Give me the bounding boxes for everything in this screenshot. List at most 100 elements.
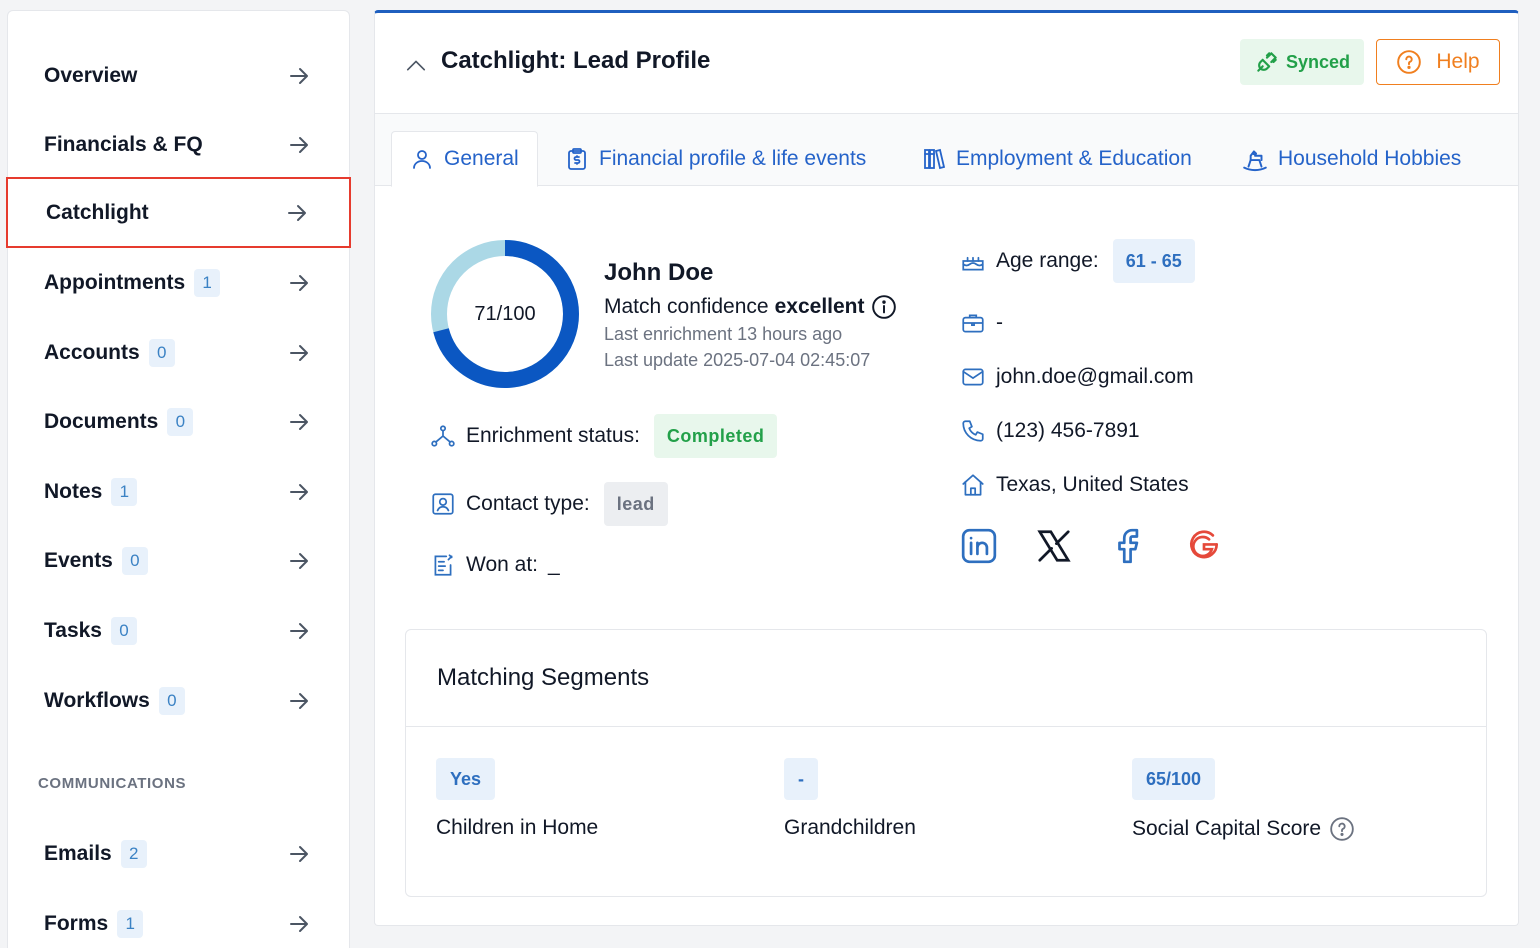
arrow-right-icon [290, 68, 308, 84]
sidebar-item-documents[interactable]: Documents 0 [8, 388, 349, 456]
sidebar-item-label: Accounts [44, 341, 140, 364]
match-confidence: Match confidence excellent [604, 294, 897, 320]
sidebar-item-accounts[interactable]: Accounts 0 [8, 319, 349, 387]
match-score-text: 71/100 [474, 303, 536, 325]
tab-label: Financial profile & life events [599, 147, 867, 170]
count-badge: 1 [111, 478, 138, 506]
info-icon[interactable] [871, 294, 897, 320]
contact-type-row: Contact type: lead [430, 482, 668, 526]
location-value: Texas, United States [996, 473, 1189, 496]
status-badge: Completed [653, 414, 778, 458]
clipboard-dollar-icon [568, 148, 586, 170]
count-badge: 0 [121, 547, 148, 575]
segment-grandchildren: - Grandchildren [784, 758, 916, 840]
arrow-right-icon [288, 204, 306, 221]
plug-icon [1257, 52, 1277, 72]
document-edit-icon [434, 554, 453, 576]
help-label: Help [1436, 50, 1480, 73]
google-icon[interactable] [1185, 527, 1223, 565]
sidebar-item-financials[interactable]: Financials & FQ [8, 111, 349, 179]
sidebar-item-tasks[interactable]: Tasks 0 [8, 597, 349, 665]
arrow-right-icon [290, 846, 308, 862]
sidebar-item-emails[interactable]: Emails 2 [8, 820, 349, 888]
section-label-communications: COMMUNICATIONS [38, 775, 187, 792]
home-icon [962, 474, 984, 496]
sidebar-item-label: Forms [44, 912, 109, 935]
contact-type-badge: lead [603, 482, 668, 526]
tab-financial-profile[interactable]: Financial profile & life events [547, 131, 884, 187]
tab-employment-education[interactable]: Employment & Education [904, 131, 1210, 187]
age-range-label: Age range: [996, 249, 1099, 272]
arrow-right-icon [290, 345, 308, 361]
email-value[interactable]: john.doe@gmail.com [996, 365, 1194, 389]
won-at-label: Won at: [466, 553, 538, 576]
user-icon [413, 150, 431, 169]
count-badge: 1 [117, 910, 144, 938]
phone-value[interactable]: (123) 456-7891 [996, 419, 1140, 443]
segments-title: Matching Segments [437, 664, 650, 691]
x-icon[interactable] [1035, 527, 1073, 565]
match-confidence-label: Match confidence [604, 295, 769, 318]
contact-name: John Doe [604, 259, 714, 286]
arrow-right-icon [290, 137, 308, 153]
chevron-up-icon[interactable] [405, 55, 427, 77]
arrow-right-icon [290, 623, 308, 639]
segment-value: - [784, 758, 818, 800]
segment-label: Social Capital Score [1132, 817, 1322, 840]
sidebar-item-catchlight[interactable]: Catchlight [6, 177, 351, 248]
tab-label: Household Hobbies [1278, 147, 1462, 170]
sidebar: Overview Financials & FQ Catchlight Appo… [6, 10, 351, 948]
segment-value: 65/100 [1132, 758, 1216, 800]
sidebar-item-overview[interactable]: Overview [8, 42, 349, 110]
arrow-right-icon [290, 553, 308, 569]
count-badge: 1 [194, 269, 221, 297]
briefcase-icon [962, 314, 984, 333]
sidebar-item-label: Workflows [44, 689, 150, 712]
age-range-badge: 61 - 65 [1112, 239, 1195, 283]
sidebar-item-label: Events [44, 549, 113, 572]
sidebar-item-workflows[interactable]: Workflows 0 [8, 667, 349, 735]
count-badge: 0 [148, 339, 175, 367]
won-at-row: Won at: _ [430, 552, 560, 578]
sidebar-item-forms[interactable]: Forms 1 [8, 890, 349, 948]
question-circle-icon [1397, 50, 1422, 74]
synced-badge[interactable]: Synced [1240, 39, 1364, 85]
tab-label: Employment & Education [956, 147, 1192, 170]
facebook-icon[interactable] [1110, 527, 1148, 565]
matching-segments-card: Matching Segments Yes Children in Home -… [405, 629, 1487, 897]
panel-header: Catchlight: Lead Profile Synced Help [375, 13, 1518, 114]
age-range-row: Age range: 61 - 65 [960, 239, 1195, 283]
count-badge: 0 [167, 408, 194, 436]
question-circle-icon[interactable] [1329, 816, 1355, 842]
sidebar-item-label: Overview [44, 64, 138, 87]
sidebar-item-events[interactable]: Events 0 [8, 527, 349, 595]
occupation-value: - [996, 311, 1003, 334]
arrow-right-icon [290, 275, 308, 291]
rocking-horse-icon [1243, 150, 1267, 172]
tab-household-hobbies[interactable]: Household Hobbies [1224, 131, 1479, 187]
sidebar-item-appointments[interactable]: Appointments 1 [8, 249, 349, 317]
count-badge: 0 [158, 687, 185, 715]
tab-general[interactable]: General [391, 131, 538, 187]
synced-label: Synced [1285, 51, 1351, 72]
help-button[interactable]: Help [1376, 39, 1500, 85]
enrichment-status-row: Enrichment status: Completed [430, 414, 778, 458]
sidebar-item-label: Tasks [44, 619, 102, 642]
count-badge: 0 [111, 617, 137, 645]
tab-bar: General Financial profile & life events … [375, 114, 1518, 187]
arrow-right-icon [290, 414, 308, 430]
social-links [960, 527, 1223, 565]
sidebar-item-label: Appointments [44, 271, 186, 294]
segment-label: Children in Home [436, 816, 599, 839]
phone-row: (123) 456-7891 [960, 418, 1140, 444]
match-confidence-value: excellent [774, 295, 865, 318]
linkedin-icon[interactable] [960, 527, 998, 565]
phone-icon [962, 420, 984, 442]
books-icon [924, 148, 946, 170]
sidebar-item-label: Catchlight [46, 200, 149, 224]
contact-type-label: Contact type: [466, 492, 590, 515]
segment-children-in-home: Yes Children in Home [436, 758, 598, 840]
occupation-row: - [960, 310, 1003, 336]
last-update: Last update 2025-07-04 02:45:07 [604, 350, 871, 370]
sidebar-item-notes[interactable]: Notes 1 [8, 458, 349, 526]
